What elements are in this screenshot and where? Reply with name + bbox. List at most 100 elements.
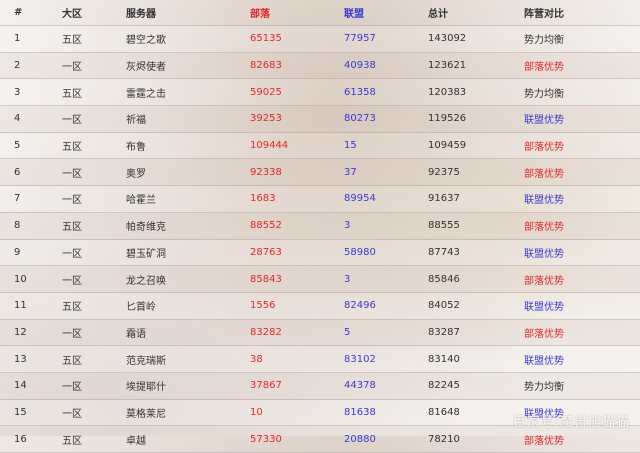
cell-horde: 28763 [250, 246, 282, 258]
cell-total: 83287 [428, 326, 460, 338]
cell-total: 87743 [428, 246, 460, 258]
cell-faction: 部落优势 [524, 275, 564, 287]
cell-alliance: 3 [344, 220, 351, 232]
cell-rank: 10 [14, 273, 27, 285]
cell-region: 一区 [62, 248, 82, 260]
cell-rank: 1 [14, 33, 21, 45]
header-total: 总计 [428, 9, 448, 20]
cell-horde: 82683 [250, 60, 282, 72]
cell-server: 奥罗 [126, 168, 146, 180]
cell-region: 五区 [62, 435, 82, 447]
cell-alliance: 40938 [344, 60, 376, 72]
cell-region: 一区 [62, 408, 82, 420]
cell-horde: 83282 [250, 326, 282, 338]
cell-horde: 85843 [250, 273, 282, 285]
cell-horde: 109444 [250, 140, 289, 152]
cell-alliance: 5 [344, 326, 351, 338]
cell-total: 123621 [428, 60, 467, 72]
cell-alliance: 61358 [344, 86, 376, 98]
table-row: 12 一区 霜语 83282 5 83287 部落优势 [0, 319, 640, 347]
cell-faction: 联盟优势 [524, 115, 564, 127]
header-alliance: 联盟 [344, 9, 364, 20]
table-header: # 大区 服务器 部落 联盟 总计 阵营对比 [0, 0, 640, 26]
cell-faction: 部落优势 [524, 222, 564, 234]
cell-faction: 联盟优势 [524, 195, 564, 207]
header-region: 大区 [62, 9, 82, 20]
cell-rank: 3 [14, 86, 21, 98]
cell-server: 莫格莱尼 [126, 408, 166, 420]
cell-server: 雷霆之击 [126, 88, 166, 100]
cell-total: 82245 [428, 380, 460, 392]
cell-alliance: 89954 [344, 193, 376, 205]
cell-server: 卓越 [126, 435, 146, 447]
cell-rank: 16 [14, 433, 27, 445]
cell-total: 109459 [428, 140, 467, 152]
cell-faction: 势力均衡 [524, 35, 564, 47]
table-row: 2 一区 灰烬使者 82683 40938 123621 部落优势 [0, 52, 640, 80]
cell-rank: 4 [14, 113, 21, 125]
table-row: 8 五区 帕奇维克 88552 3 88555 部落优势 [0, 212, 640, 240]
cell-region: 五区 [62, 35, 82, 47]
cell-rank: 2 [14, 60, 21, 72]
cell-rank: 13 [14, 353, 27, 365]
cell-horde: 1683 [250, 193, 276, 205]
table-row: 16 五区 卓越 57330 20880 78210 部落优势 [0, 426, 640, 453]
cell-alliance: 3 [344, 273, 351, 285]
cell-alliance: 80273 [344, 113, 376, 125]
cell-region: 一区 [62, 382, 82, 394]
cell-server: 范克瑞斯 [126, 355, 166, 367]
table-row: 5 五区 布鲁 109444 15 109459 部落优势 [0, 132, 640, 160]
cell-server: 埃提耶什 [126, 382, 166, 394]
cell-server: 灰烬使者 [126, 62, 166, 74]
cell-total: 119526 [428, 113, 467, 125]
cell-faction: 联盟优势 [524, 302, 564, 314]
cell-region: 一区 [62, 115, 82, 127]
cell-horde: 59025 [250, 86, 282, 98]
cell-region: 五区 [62, 222, 82, 234]
cell-alliance: 58980 [344, 246, 376, 258]
cell-horde: 37867 [250, 380, 282, 392]
cell-horde: 92338 [250, 166, 282, 178]
table-row: 10 一区 龙之召唤 85843 3 85846 部落优势 [0, 266, 640, 293]
cell-server: 匕首岭 [126, 302, 156, 314]
cell-horde: 65135 [250, 33, 282, 45]
cell-faction: 部落优势 [524, 168, 564, 180]
cell-rank: 12 [14, 326, 27, 338]
cell-region: 五区 [62, 88, 82, 100]
cell-rank: 14 [14, 380, 27, 392]
table-row: 9 一区 碧玉矿洞 28763 58980 87743 联盟优势 [0, 239, 640, 267]
cell-total: 143092 [428, 33, 467, 45]
cell-total: 91637 [428, 193, 460, 205]
cell-region: 五区 [62, 355, 82, 367]
cell-faction: 势力均衡 [524, 88, 564, 100]
table-row: 11 五区 匕首岭 1556 82496 84052 联盟优势 [0, 292, 640, 320]
cell-total: 85846 [428, 273, 460, 285]
header-rank: # [14, 7, 23, 18]
header-server: 服务器 [126, 9, 156, 20]
cell-rank: 15 [14, 406, 27, 418]
cell-server: 布鲁 [126, 142, 146, 154]
cell-alliance: 20880 [344, 433, 376, 445]
cell-server: 祈福 [126, 115, 146, 127]
cell-rank: 9 [14, 246, 21, 258]
cell-rank: 5 [14, 140, 21, 152]
watermark: 百家号/魔兽熊猫猫 [512, 415, 630, 430]
table-row: 6 一区 奥罗 92338 37 92375 部落优势 [0, 159, 640, 187]
cell-faction: 部落优势 [524, 62, 564, 74]
cell-server: 龙之召唤 [126, 275, 166, 287]
cell-alliance: 82496 [344, 300, 376, 312]
cell-alliance: 83102 [344, 353, 376, 365]
cell-total: 88555 [428, 220, 460, 232]
header-horde: 部落 [250, 9, 270, 20]
cell-faction: 部落优势 [524, 328, 564, 340]
cell-faction: 势力均衡 [524, 382, 564, 394]
cell-faction: 部落优势 [524, 435, 564, 447]
cell-region: 一区 [62, 275, 82, 287]
cell-rank: 7 [14, 193, 21, 205]
cell-alliance: 37 [344, 166, 357, 178]
cell-alliance: 81638 [344, 406, 376, 418]
cell-total: 120383 [428, 86, 467, 98]
cell-faction: 联盟优势 [524, 355, 564, 367]
cell-region: 五区 [62, 142, 82, 154]
cell-alliance: 77957 [344, 33, 376, 45]
